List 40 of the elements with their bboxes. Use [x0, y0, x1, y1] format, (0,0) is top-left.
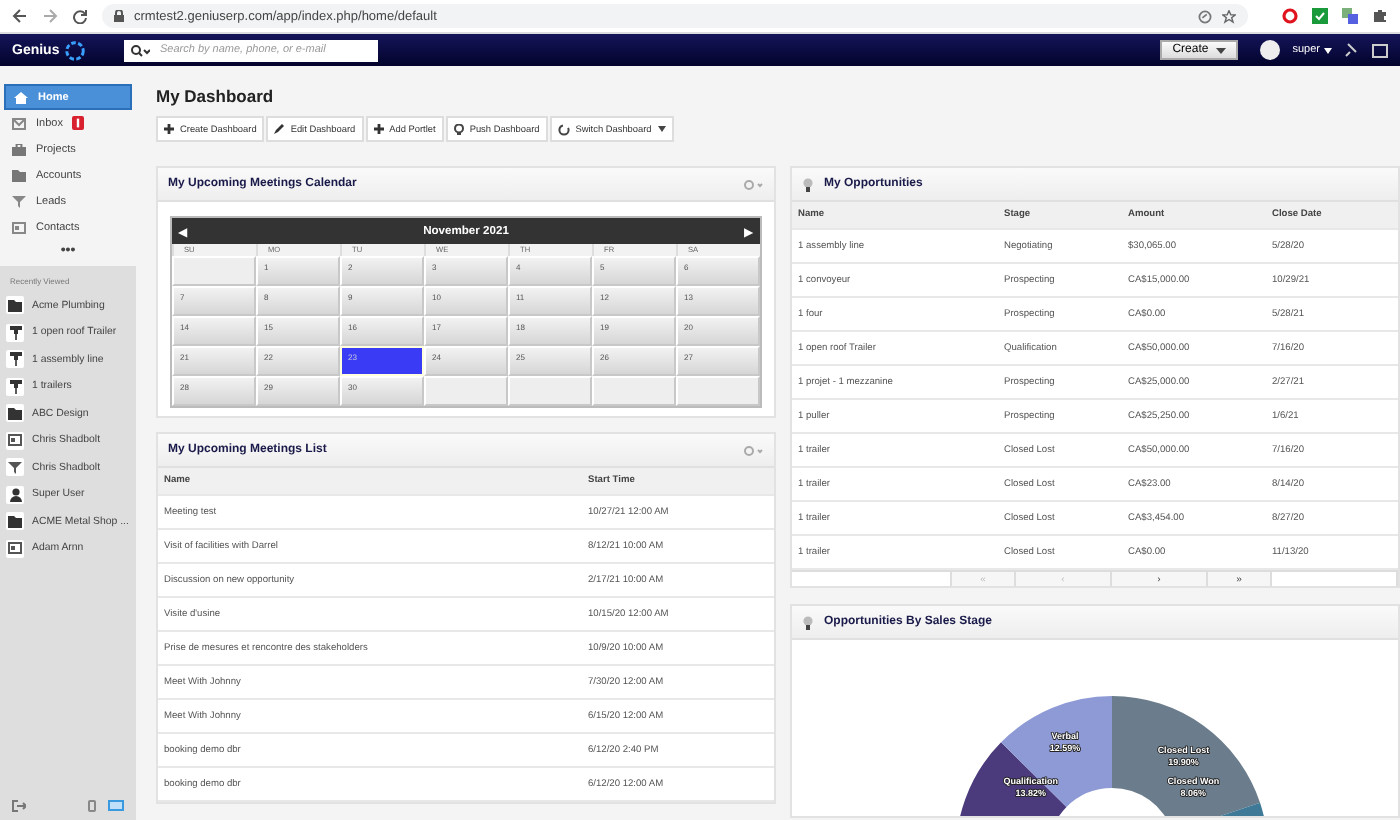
reload-icon[interactable] [72, 8, 88, 24]
folder-icon [8, 407, 22, 420]
caret-icon [1324, 47, 1332, 53]
lightbulb-icon [802, 177, 814, 191]
folder-icon [12, 169, 26, 181]
contact-card-icon [12, 221, 26, 233]
pushpin-icon [9, 352, 21, 367]
star-icon[interactable] [1222, 9, 1236, 23]
checkmark-extension-icon[interactable] [1312, 8, 1328, 24]
extension-icon[interactable] [1282, 8, 1298, 24]
logo-icon [63, 39, 86, 61]
caret-icon [1216, 47, 1227, 53]
pushpin-icon [9, 379, 21, 394]
logout-icon[interactable] [12, 800, 26, 812]
funnel-icon [12, 195, 26, 207]
lock-icon [114, 10, 124, 22]
avatar-icon [1260, 40, 1281, 60]
contact-card-icon [8, 434, 22, 447]
home-icon [14, 91, 28, 103]
lightbulb-icon [802, 615, 814, 629]
page-title: My Dashboard [156, 86, 276, 106]
folder-icon [8, 299, 22, 312]
phone-icon[interactable] [88, 800, 96, 812]
contact-card-icon [8, 542, 22, 555]
puzzle-icon[interactable] [1372, 8, 1388, 24]
pushpin-icon [9, 325, 21, 340]
caret-icon [657, 126, 666, 132]
back-icon[interactable] [12, 8, 28, 24]
search-icon[interactable] [130, 43, 150, 57]
plus-icon [164, 124, 174, 134]
pencil-icon [274, 124, 285, 134]
user-icon [9, 487, 21, 502]
envelope-icon [12, 117, 26, 129]
lightbulb-icon [453, 123, 464, 135]
extension-icon[interactable] [1342, 8, 1358, 24]
folder-icon [8, 515, 22, 528]
funnel-icon [8, 461, 22, 474]
briefcase-icon [12, 143, 26, 155]
refresh-icon [557, 123, 570, 135]
plus-icon [373, 124, 384, 134]
